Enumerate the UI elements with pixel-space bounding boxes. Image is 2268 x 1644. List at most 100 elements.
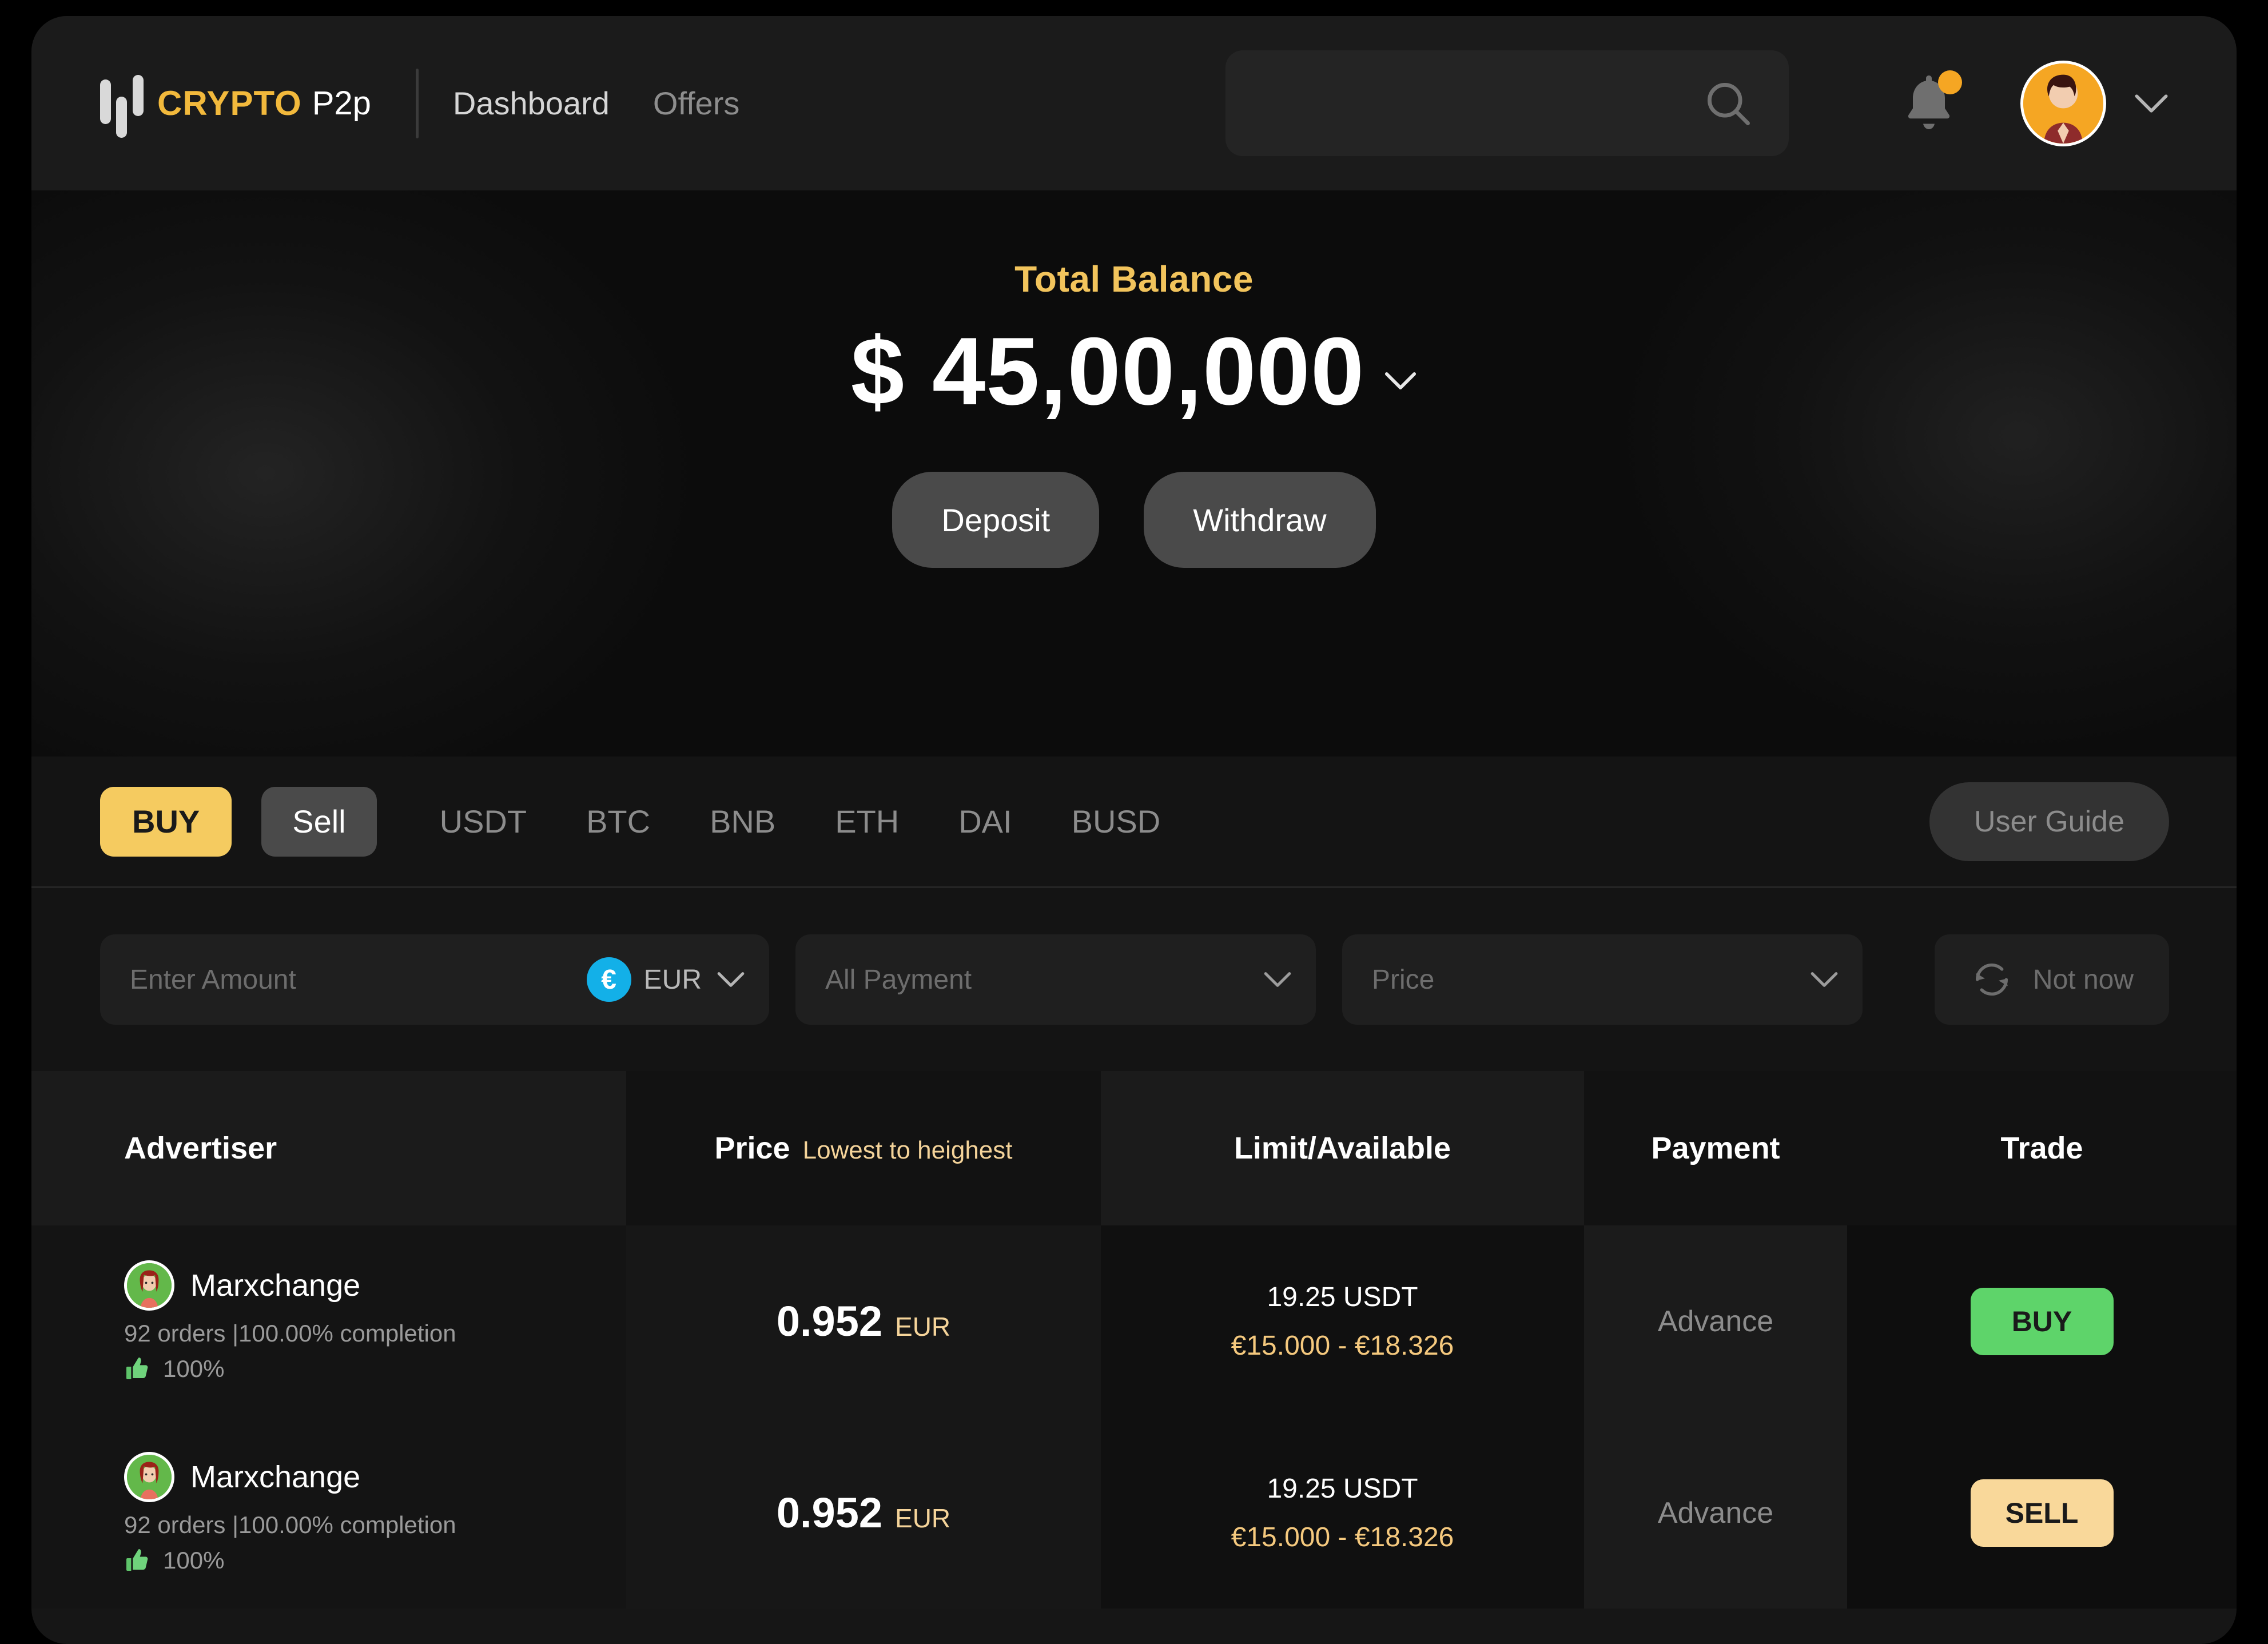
deposit-button[interactable]: Deposit bbox=[892, 472, 1099, 568]
table-header-price[interactable]: Price Lowest to heighest bbox=[626, 1071, 1101, 1225]
avatar-illustration bbox=[127, 1455, 172, 1499]
search-input[interactable] bbox=[1260, 88, 1702, 119]
table-header-row: Advertiser Price Lowest to heighest Limi… bbox=[31, 1071, 2237, 1225]
table-row: Marxchange 92 orders |100.00% completion… bbox=[31, 1417, 2237, 1609]
user-guide-button[interactable]: User Guide bbox=[1929, 782, 2169, 861]
header-label-payment: Payment bbox=[1651, 1131, 1780, 1166]
limit-amount: 19.25 USDT bbox=[1267, 1281, 1418, 1313]
hero-actions: Deposit Withdraw bbox=[31, 472, 2237, 568]
amount-filter[interactable]: € EUR bbox=[100, 934, 769, 1025]
refresh-button[interactable]: Not now bbox=[1935, 934, 2169, 1025]
tab-busd[interactable]: BUSD bbox=[1042, 787, 1191, 857]
cell-advertiser: Marxchange 92 orders |100.00% completion… bbox=[31, 1417, 626, 1609]
avatar-illustration bbox=[127, 1263, 172, 1308]
price-filter-select[interactable]: Price bbox=[1342, 934, 1863, 1025]
advertiser-name[interactable]: Marxchange bbox=[190, 1268, 360, 1303]
header-divider bbox=[416, 69, 419, 138]
thumbs-up-icon bbox=[124, 1355, 152, 1383]
refresh-icon bbox=[1970, 958, 2014, 1001]
chevron-down-icon[interactable] bbox=[1810, 971, 1839, 988]
total-balance-label: Total Balance bbox=[31, 258, 2237, 300]
market-tabs-row: BUY Sell USDT BTC BNB ETH DAI BUSD User … bbox=[31, 757, 2237, 888]
advertiser-stats: 92 orders |100.00% completion bbox=[124, 1511, 626, 1539]
price-currency: EUR bbox=[895, 1503, 950, 1534]
trade-buy-button[interactable]: BUY bbox=[1971, 1288, 2114, 1355]
table-header-payment: Payment bbox=[1584, 1071, 1847, 1225]
price-currency: EUR bbox=[895, 1311, 950, 1342]
nav-item-dashboard[interactable]: Dashboard bbox=[453, 85, 610, 122]
chevron-down-icon[interactable] bbox=[2134, 93, 2169, 114]
cell-price: 0.952 EUR bbox=[626, 1417, 1101, 1609]
total-balance-row[interactable]: $ 45,00,000 bbox=[31, 323, 2237, 419]
app-window: CRYPTO P2p Dashboard Offers bbox=[31, 16, 2237, 1644]
market-tabs: BUY Sell USDT BTC BNB ETH DAI BUSD bbox=[100, 787, 1190, 857]
cell-limit: 19.25 USDT €15.000 - €18.326 bbox=[1101, 1417, 1584, 1609]
tab-btc[interactable]: BTC bbox=[556, 787, 680, 857]
advertiser-avatar[interactable] bbox=[124, 1260, 174, 1311]
candlestick-chart-icon bbox=[100, 75, 144, 132]
avatar[interactable] bbox=[2020, 61, 2106, 146]
brand-name-primary: CRYPTO bbox=[157, 83, 302, 123]
trade-sell-button[interactable]: SELL bbox=[1971, 1479, 2114, 1547]
balance-hero: Total Balance $ 45,00,000 Deposit Withdr… bbox=[31, 190, 2237, 757]
chevron-down-icon[interactable] bbox=[1263, 971, 1292, 988]
nav-item-offers[interactable]: Offers bbox=[653, 85, 739, 122]
tab-buy[interactable]: BUY bbox=[100, 787, 232, 857]
offers-table: Advertiser Price Lowest to heighest Limi… bbox=[31, 1071, 2237, 1609]
price-value: 0.952 bbox=[777, 1297, 882, 1346]
notification-badge bbox=[1938, 70, 1962, 94]
top-bar-right bbox=[1225, 50, 2237, 156]
tab-eth[interactable]: ETH bbox=[805, 787, 929, 857]
payment-method: Advance bbox=[1658, 1304, 1773, 1339]
chevron-down-icon[interactable] bbox=[717, 971, 745, 988]
brand-name-secondary: P2p bbox=[312, 84, 371, 122]
header-label-advertiser: Advertiser bbox=[124, 1131, 626, 1166]
header-label-trade: Trade bbox=[2000, 1131, 2083, 1166]
payment-method: Advance bbox=[1658, 1496, 1773, 1530]
cell-price: 0.952 EUR bbox=[626, 1225, 1101, 1417]
table-header-limit: Limit/Available bbox=[1101, 1071, 1584, 1225]
euro-currency-icon: € bbox=[587, 957, 631, 1002]
amount-input[interactable] bbox=[130, 964, 587, 996]
cell-trade: BUY bbox=[1847, 1225, 2237, 1417]
price-value: 0.952 bbox=[777, 1488, 882, 1537]
cell-advertiser: Marxchange 92 orders |100.00% completion… bbox=[31, 1225, 626, 1417]
thumbs-up-icon bbox=[124, 1547, 152, 1574]
payment-filter-select[interactable]: All Payment bbox=[795, 934, 1316, 1025]
advertiser-rating: 100% bbox=[163, 1355, 224, 1383]
price-filter-value: Price bbox=[1372, 964, 1434, 996]
payment-filter-value: All Payment bbox=[825, 964, 972, 996]
limit-amount: 19.25 USDT bbox=[1267, 1473, 1418, 1504]
advertiser-stats: 92 orders |100.00% completion bbox=[124, 1320, 626, 1347]
cell-trade: SELL bbox=[1847, 1417, 2237, 1609]
tab-usdt[interactable]: USDT bbox=[410, 787, 556, 857]
tab-sell[interactable]: Sell bbox=[261, 787, 376, 857]
tab-bnb[interactable]: BNB bbox=[680, 787, 805, 857]
refresh-label: Not now bbox=[2033, 964, 2134, 996]
tab-dai[interactable]: DAI bbox=[929, 787, 1041, 857]
advertiser-name[interactable]: Marxchange bbox=[190, 1459, 360, 1495]
main-nav: Dashboard Offers bbox=[453, 85, 739, 122]
limit-range: €15.000 - €18.326 bbox=[1231, 1330, 1454, 1362]
cell-payment: Advance bbox=[1584, 1225, 1847, 1417]
search-box[interactable] bbox=[1225, 50, 1789, 156]
table-header-advertiser: Advertiser bbox=[31, 1071, 626, 1225]
top-bar: CRYPTO P2p Dashboard Offers bbox=[31, 16, 2237, 190]
advertiser-avatar[interactable] bbox=[124, 1452, 174, 1502]
withdraw-button[interactable]: Withdraw bbox=[1144, 472, 1375, 568]
header-label-price: Price bbox=[714, 1131, 790, 1166]
avatar-illustration bbox=[2023, 63, 2103, 144]
limit-range: €15.000 - €18.326 bbox=[1231, 1522, 1454, 1553]
table-header-trade: Trade bbox=[1847, 1071, 2237, 1225]
advertiser-rating: 100% bbox=[163, 1547, 224, 1574]
cell-payment: Advance bbox=[1584, 1417, 1847, 1609]
currency-code-label: EUR bbox=[644, 964, 702, 996]
cell-limit: 19.25 USDT €15.000 - €18.326 bbox=[1101, 1225, 1584, 1417]
price-sort-note: Lowest to heighest bbox=[803, 1136, 1013, 1165]
table-row: Marxchange 92 orders |100.00% completion… bbox=[31, 1225, 2237, 1417]
search-icon[interactable] bbox=[1702, 77, 1754, 130]
brand-logo[interactable]: CRYPTO P2p bbox=[100, 75, 371, 132]
total-balance-amount: $ 45,00,000 bbox=[851, 323, 1365, 419]
chevron-down-icon[interactable] bbox=[1384, 371, 1417, 391]
notifications-button[interactable] bbox=[1895, 69, 1963, 138]
